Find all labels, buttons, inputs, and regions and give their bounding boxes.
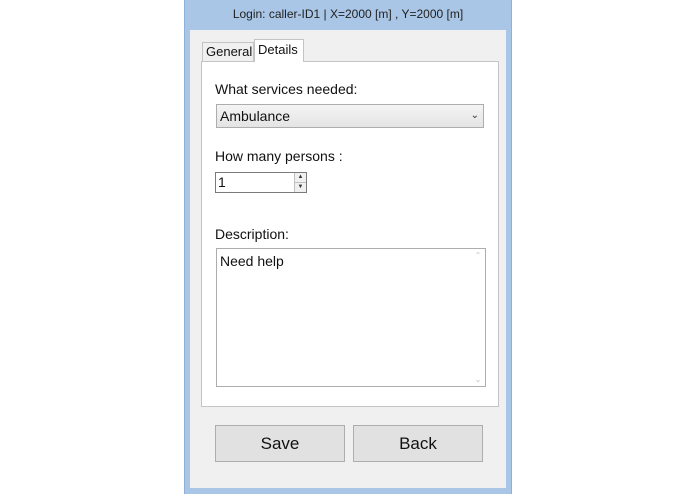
description-label: Description: — [215, 226, 289, 242]
window-client-area: General Details What services needed: Am… — [190, 30, 506, 488]
description-scrollbar[interactable]: ⌃ ⌄ — [471, 249, 485, 386]
persons-stepper[interactable]: 1 ▲ ▼ — [215, 172, 307, 193]
chevron-down-icon[interactable]: ⌄ — [471, 105, 479, 127]
persons-value[interactable]: 1 — [218, 173, 226, 192]
stepper-buttons: ▲ ▼ — [294, 173, 306, 192]
scroll-down-icon[interactable]: ⌄ — [471, 375, 485, 384]
window-title: Login: caller-ID1 | X=2000 [m] , Y=2000 … — [232, 7, 464, 21]
save-button[interactable]: Save — [215, 425, 345, 462]
services-label: What services needed: — [215, 81, 358, 97]
tab-general[interactable]: General — [202, 42, 254, 61]
services-selected-value: Ambulance — [220, 108, 291, 124]
services-dropdown[interactable]: Ambulance ⌄ — [216, 104, 484, 128]
description-field[interactable]: Need help ⌃ ⌄ — [216, 248, 486, 387]
description-text[interactable]: Need help — [220, 253, 284, 269]
tab-details[interactable]: Details — [254, 39, 304, 62]
app-window: Login: caller-ID1 | X=2000 [m] , Y=2000 … — [184, 0, 512, 494]
spin-up-icon[interactable]: ▲ — [295, 173, 306, 183]
back-button[interactable]: Back — [353, 425, 483, 462]
scroll-up-icon[interactable]: ⌃ — [471, 251, 485, 260]
spin-down-icon[interactable]: ▼ — [295, 183, 306, 192]
details-panel: What services needed: Ambulance ⌄ How ma… — [201, 61, 499, 407]
persons-label: How many persons : — [215, 148, 343, 164]
